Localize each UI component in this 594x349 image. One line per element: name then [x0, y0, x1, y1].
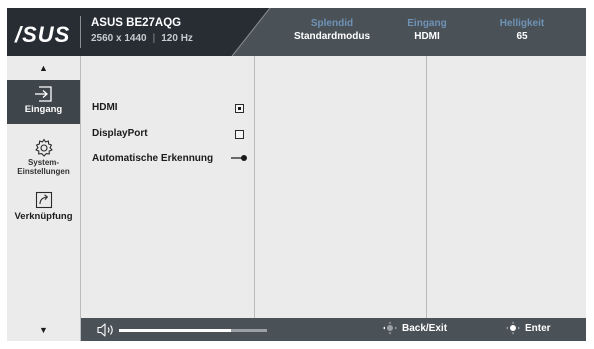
osd-menu: /SUS ASUS BE27AQG 2560 x 1440 | 120 Hz Spl… [7, 8, 586, 341]
enter-label: Enter [525, 323, 551, 334]
refresh-rate: 120 Hz [161, 33, 193, 44]
submenu-column [255, 56, 427, 318]
status-label: Splendid [310, 18, 354, 29]
status-value: 65 [516, 31, 528, 42]
sidebar-item-input[interactable]: Eingang [7, 80, 80, 124]
sidebar-item-label: Eingang [24, 104, 63, 115]
sidebar: ▲ Eingang System- Einstellungen Verknüpf [7, 56, 81, 318]
footer-sidebar: ▼ [7, 318, 81, 341]
model-name: ASUS BE27AQG [91, 17, 182, 29]
asus-logo: /SUS [15, 22, 71, 47]
back-exit-button[interactable]: Back/Exit [383, 321, 448, 335]
scroll-up-icon[interactable]: ▲ [39, 63, 48, 73]
displayport-checkbox[interactable] [235, 130, 244, 139]
sidebar-item-label: Verknüpfung [14, 211, 73, 222]
auto-detect-toggle[interactable] [231, 154, 248, 162]
resolution-info: 2560 x 1440 | 120 Hz [91, 33, 193, 44]
status-input: Eingang HDMI [397, 18, 457, 42]
status-value: HDMI [414, 31, 440, 42]
header-divider [80, 16, 81, 48]
option-auto-detect-label[interactable]: Automatische Erkennung [92, 153, 213, 164]
resolution-value: 2560 x 1440 [91, 33, 147, 44]
shortcut-arrow-icon [35, 191, 52, 209]
option-displayport-label[interactable]: DisplayPort [92, 128, 148, 139]
options-column: HDMI DisplayPort Automatische Erkennung [81, 56, 255, 318]
status-brightness: Helligkeit 65 [487, 18, 557, 42]
sidebar-item-shortcut[interactable]: Verknüpfung [7, 191, 80, 229]
scroll-down-icon[interactable]: ▼ [39, 325, 48, 335]
volume-slider[interactable] [119, 329, 267, 332]
hdmi-checkbox[interactable] [235, 104, 244, 113]
sidebar-item-label: System- Einstellungen [17, 158, 70, 176]
status-value: Standardmodus [293, 31, 371, 42]
status-label: Helligkeit [499, 18, 545, 29]
footer-bar: ▼ Back/Exit Enter [7, 318, 586, 341]
status-label: Eingang [407, 18, 447, 29]
enter-button[interactable]: Enter [506, 321, 551, 335]
status-splendid: Splendid Standardmodus [287, 18, 377, 42]
toggle-knob [241, 155, 247, 161]
option-hdmi-label[interactable]: HDMI [92, 102, 118, 113]
input-arrow-icon [34, 86, 52, 102]
joystick-enter-icon [506, 321, 520, 335]
resolution-separator: | [152, 33, 156, 44]
back-exit-label: Back/Exit [402, 323, 448, 334]
detail-column [427, 56, 586, 318]
header-bar: /SUS ASUS BE27AQG 2560 x 1440 | 120 Hz Spl… [7, 8, 586, 56]
gear-icon [34, 138, 53, 157]
speaker-icon[interactable] [96, 322, 116, 338]
volume-slider-fill [119, 329, 232, 332]
joystick-back-icon [383, 321, 397, 335]
sidebar-item-system-settings[interactable]: System- Einstellungen [7, 138, 80, 178]
